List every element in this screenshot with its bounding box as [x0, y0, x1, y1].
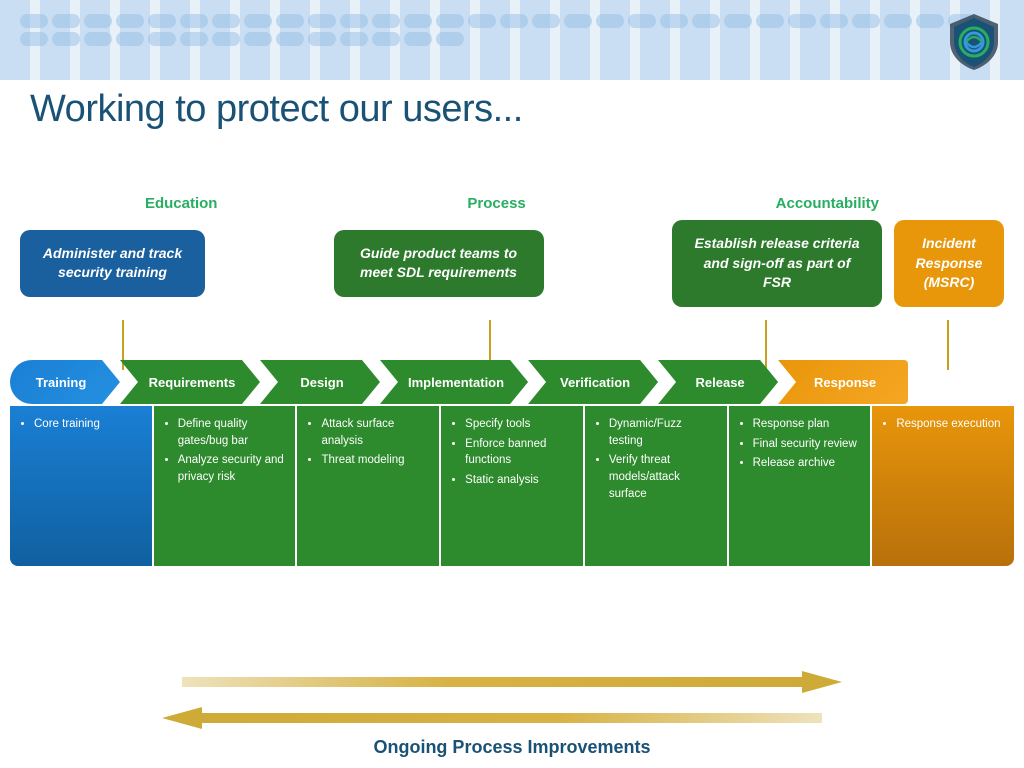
education-label: Education	[145, 195, 218, 212]
list-item: Attack surface analysis	[321, 416, 429, 449]
logo	[944, 12, 1004, 72]
content-cards: Core training Define quality gates/bug b…	[10, 406, 1014, 566]
list-item: Response plan	[753, 416, 861, 433]
card-release: Response plan Final security review Releas…	[729, 406, 871, 566]
pipeline-requirements: Requirements	[120, 360, 260, 404]
forward-arrow	[182, 669, 842, 695]
list-item: Analyze security and privacy risk	[178, 452, 286, 485]
header-pattern	[0, 0, 1024, 80]
ongoing-label: Ongoing Process Improvements	[373, 737, 650, 758]
card-design: Attack surface analysis Threat modeling	[297, 406, 439, 566]
pipeline-design: Design	[260, 360, 380, 404]
ongoing-section: Ongoing Process Improvements	[0, 665, 1024, 758]
card-verification: Dynamic/Fuzz testingVerify threat models…	[585, 406, 727, 566]
list-item: Final security review	[753, 436, 861, 453]
dna-pattern	[0, 8, 1024, 52]
card-training: Core training	[10, 406, 152, 566]
card-response: Response execution	[872, 406, 1014, 566]
list-item: Enforce banned functions	[465, 436, 573, 469]
back-arrow	[162, 705, 822, 731]
list-item: Response execution	[896, 416, 1004, 433]
list-item: Define quality gates/bug bar	[178, 416, 286, 449]
process-box: Guide product teams to meet SDL requirem…	[334, 230, 544, 297]
top-boxes: Administer and track security training G…	[20, 220, 1004, 307]
arrow-container	[162, 665, 862, 735]
pipeline: Training Requirements Design Implementat…	[10, 360, 1014, 404]
pipeline-implementation: Implementation	[380, 360, 528, 404]
category-labels: Education Process Accountability	[0, 195, 1024, 212]
card-requirements: Define quality gates/bug barAnalyze secu…	[154, 406, 296, 566]
list-item: Dynamic/Fuzz testing	[609, 416, 717, 449]
incident-box: Incident Response (MSRC)	[894, 220, 1004, 307]
list-item: Release archive	[753, 455, 861, 472]
list-item: Specify tools	[465, 416, 573, 433]
list-item: Static analysis	[465, 472, 573, 489]
accountability-label: Accountability	[776, 195, 879, 212]
pipeline-response: Response	[778, 360, 908, 404]
card-implementation: Specify tools Enforce banned functions Sta…	[441, 406, 583, 566]
accountability-box: Establish release criteria and sign-off …	[672, 220, 882, 307]
education-box: Administer and track security training	[20, 230, 205, 297]
process-label: Process	[467, 195, 525, 212]
pipeline-release: Release	[658, 360, 778, 404]
list-item: Core training	[34, 416, 142, 433]
main-title: Working to protect our users...	[30, 88, 523, 131]
list-item: Threat modeling	[321, 452, 429, 469]
list-item: Verify threat models/attack surface	[609, 452, 717, 502]
pipeline-training: Training	[10, 360, 120, 404]
pipeline-verification: Verification	[528, 360, 658, 404]
